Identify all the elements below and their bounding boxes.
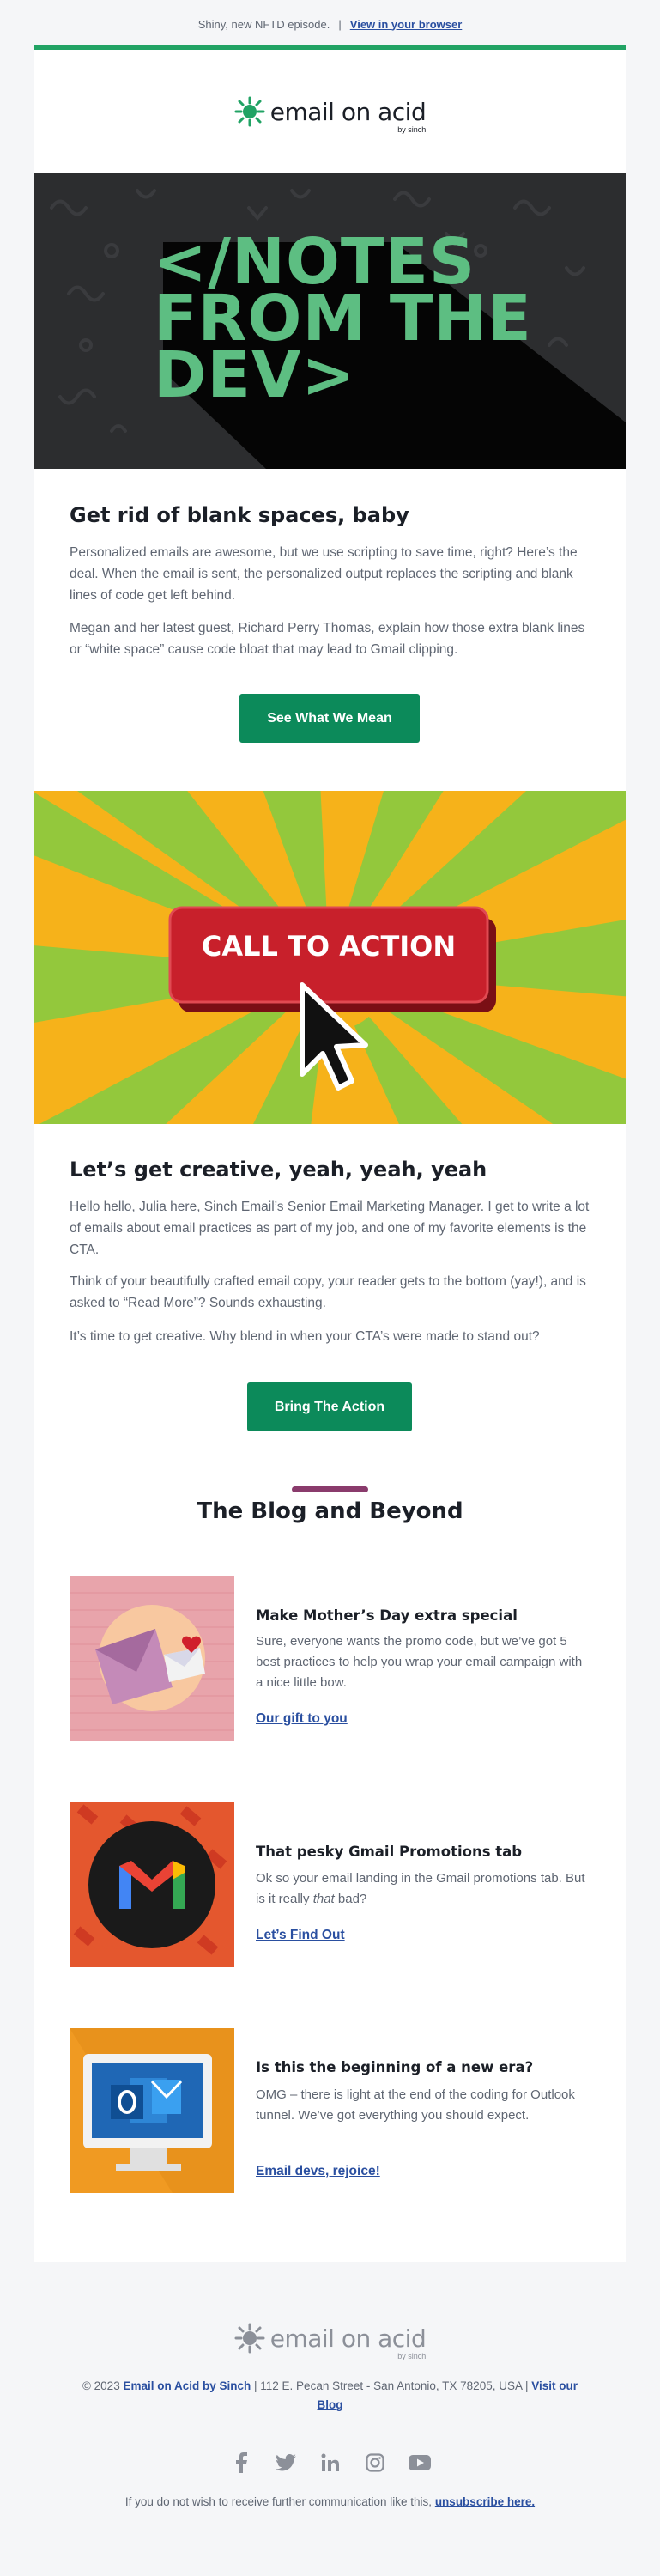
footer-logo-wordmark: email on acid: [269, 2324, 427, 2353]
section1-title: Get rid of blank spaces, baby: [70, 503, 409, 527]
view-in-browser-link[interactable]: View in your browser: [350, 18, 463, 31]
post3-description: OMG – there is light at the end of the c…: [256, 2087, 575, 2123]
unsubscribe-link[interactable]: unsubscribe here.: [435, 2495, 535, 2508]
section1-paragraph-2: Megan and her latest guest, Richard Perr…: [70, 621, 585, 657]
footer-logo[interactable]: email on acid by sinch: [0, 2323, 660, 2360]
section2-paragraph-2: Think of your beautifully crafted email …: [70, 1274, 586, 1310]
twitter-icon[interactable]: [275, 2451, 297, 2474]
youtube-icon[interactable]: [408, 2451, 431, 2474]
post2-thumbnail[interactable]: [70, 1802, 234, 1967]
notes-from-the-dev-banner[interactable]: </NOTES FROM THE DEV>: [34, 173, 626, 469]
post2-link[interactable]: Let’s Find Out: [256, 1928, 345, 1943]
section2-paragraph-3: It’s time to get creative. Why blend in …: [70, 1329, 540, 1344]
post3-thumbnail[interactable]: [70, 2028, 234, 2193]
splash-logo-icon: [234, 96, 265, 127]
post3-title: Is this the beginning of a new era?: [256, 2059, 534, 2075]
footer-logo-byline: by sinch: [397, 2352, 427, 2360]
post1-title: Make Mother’s Day extra special: [256, 1607, 518, 1624]
blog-section-title: The Blog and Beyond: [197, 1498, 463, 1524]
header-logo[interactable]: email on acid by sinch: [34, 50, 626, 173]
envelope-heart-icon: [70, 1592, 234, 1731]
outlook-monitor-icon: [70, 2028, 234, 2193]
post1-description: Sure, everyone wants the promo code, but…: [256, 1634, 583, 1690]
gmail-icon: [73, 1804, 227, 1955]
preheader: Shiny, new NFTD episode. | View in your …: [0, 0, 660, 48]
post1-link[interactable]: Our gift to you: [256, 1711, 348, 1727]
instagram-icon[interactable]: [364, 2451, 386, 2474]
preheader-separator: |: [338, 17, 342, 31]
logo-wordmark: email on acid: [269, 97, 427, 126]
logo-byline: by sinch: [397, 125, 427, 134]
unsubscribe-line: If you do not wish to receive further co…: [124, 2495, 536, 2508]
post1-thumbnail[interactable]: [70, 1576, 234, 1741]
post2-description: Ok so your email landing in the Gmail pr…: [256, 1871, 585, 1906]
bring-the-action-button[interactable]: Bring The Action: [247, 1382, 412, 1431]
section2-title: Let’s get creative, yeah, yeah, yeah: [70, 1157, 487, 1182]
company-link[interactable]: Email on Acid by Sinch: [123, 2379, 251, 2392]
post3-link[interactable]: Email devs, rejoice!: [256, 2164, 380, 2179]
hero-headline: </NOTES FROM THE DEV>: [154, 225, 532, 412]
see-what-we-mean-button[interactable]: See What We Mean: [239, 694, 420, 743]
cta-graphic-label: CALL TO ACTION: [201, 930, 457, 963]
facebook-icon[interactable]: [230, 2451, 252, 2474]
call-to-action-banner[interactable]: CALL TO ACTION: [34, 791, 626, 1124]
section-divider: [292, 1486, 368, 1492]
preheader-text: Shiny, new NFTD episode.: [197, 17, 330, 31]
splash-logo-icon: [234, 2323, 265, 2354]
social-links: [0, 2451, 660, 2474]
post2-title: That pesky Gmail Promotions tab: [256, 1844, 523, 1860]
footer-address: © 2023 Email on Acid by Sinch | 112 E. P…: [82, 2379, 578, 2411]
linkedin-icon[interactable]: [319, 2451, 342, 2474]
section1-paragraph-1: Personalized emails are awesome, but we …: [70, 545, 578, 603]
section2-paragraph-1: Hello hello, Julia here, Sinch Email’s S…: [70, 1200, 590, 1257]
